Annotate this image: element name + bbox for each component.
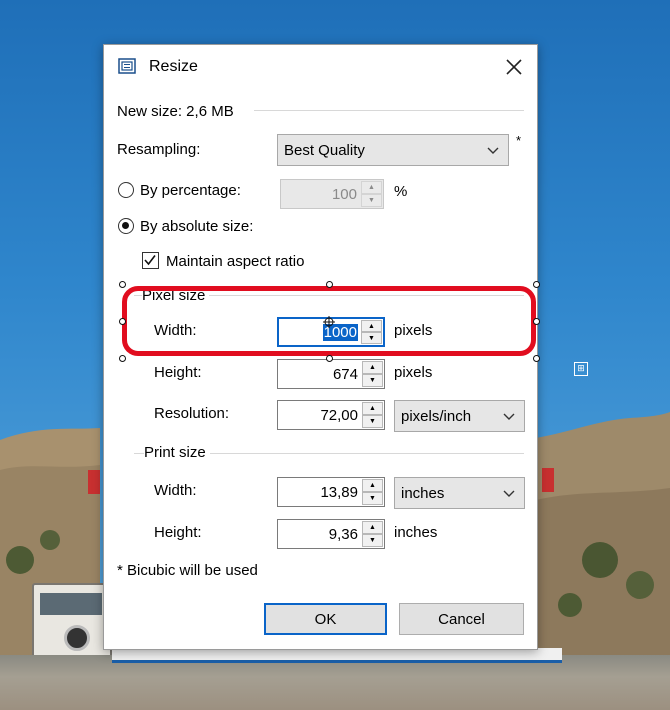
print-height-down-button[interactable]: ▼: [362, 534, 383, 547]
pixel-height-label: Height:: [154, 364, 202, 381]
print-width-input[interactable]: 13,89 ▲ ▼: [277, 477, 385, 507]
by-absolute-size-label: By absolute size:: [140, 218, 254, 235]
pixel-height-up-button[interactable]: ▲: [362, 361, 383, 374]
spin-down-icon: ▼: [369, 377, 376, 384]
resolution-value: 72,00: [320, 406, 358, 424]
cancel-button[interactable]: Cancel: [399, 603, 524, 635]
dialog-titlebar[interactable]: Resize: [104, 45, 537, 89]
resolution-input[interactable]: 72,00 ▲ ▼: [277, 400, 385, 430]
maintain-aspect-checkbox[interactable]: [142, 252, 159, 269]
percentage-value: 100: [331, 185, 357, 203]
resolution-unit-value: pixels/inch: [401, 407, 472, 425]
dialog-title: Resize: [149, 58, 198, 75]
resampling-dropdown[interactable]: Best Quality: [277, 134, 509, 166]
close-icon: [506, 59, 522, 75]
spin-down-icon: ▼: [369, 495, 376, 502]
chevron-down-icon: [487, 147, 499, 154]
percentage-unit: %: [394, 183, 408, 200]
pixel-height-input[interactable]: 674 ▲ ▼: [277, 359, 385, 389]
separator: [254, 110, 524, 111]
selection-handle[interactable]: [326, 355, 333, 362]
selection-handle[interactable]: [533, 355, 540, 362]
by-percentage-radio[interactable]: [118, 182, 134, 198]
selection-handle[interactable]: [326, 281, 333, 288]
print-height-label: Height:: [154, 524, 202, 541]
print-height-value: 9,36: [328, 525, 358, 543]
selection-handle[interactable]: [533, 281, 540, 288]
print-height-input[interactable]: 9,36 ▲ ▼: [277, 519, 385, 549]
print-width-unit: inches: [401, 484, 445, 502]
selection-handle[interactable]: [119, 355, 126, 362]
bicubic-footnote: * Bicubic will be used: [117, 562, 258, 579]
selection-handle[interactable]: [119, 281, 126, 288]
crosshair-cursor-icon: [323, 316, 335, 328]
flag-left: [88, 470, 100, 494]
spin-up-icon: ▲: [369, 405, 376, 412]
pixel-height-unit: pixels: [394, 364, 433, 381]
gas-station-roof: [112, 648, 562, 663]
spin-up-icon: ▲: [369, 524, 376, 531]
chevron-down-icon: [503, 490, 515, 497]
checkmark-icon: [144, 255, 156, 266]
resolution-unit-dropdown[interactable]: pixels/inch: [394, 400, 525, 432]
close-button[interactable]: [497, 51, 531, 83]
print-width-down-button[interactable]: ▼: [362, 492, 383, 505]
move-handle-icon[interactable]: ⊞: [574, 362, 588, 376]
print-height-unit: inches: [394, 524, 438, 541]
spin-down-icon: ▼: [368, 197, 375, 204]
print-size-heading: Print size: [144, 444, 210, 461]
selection-handle[interactable]: [533, 318, 540, 325]
percentage-down-button[interactable]: ▼: [361, 194, 382, 207]
new-size-label: New size: 2,6 MB: [117, 103, 234, 120]
spin-up-icon: ▲: [369, 364, 376, 371]
resize-icon: [118, 58, 136, 74]
pixel-height-value: 674: [332, 365, 358, 383]
print-width-label: Width:: [154, 482, 197, 499]
ok-button-label: OK: [314, 610, 337, 628]
ground: [0, 655, 670, 710]
resampling-label: Resampling:: [117, 141, 201, 158]
resolution-up-button[interactable]: ▲: [362, 402, 383, 415]
resolution-down-button[interactable]: ▼: [362, 415, 383, 428]
spin-down-icon: ▼: [369, 537, 376, 544]
spin-up-icon: ▲: [368, 184, 375, 191]
by-percentage-label: By percentage:: [140, 182, 241, 199]
print-unit-dropdown[interactable]: inches: [394, 477, 525, 509]
by-absolute-size-radio[interactable]: [118, 218, 134, 234]
spin-down-icon: ▼: [369, 418, 376, 425]
print-width-value: 13,89: [320, 483, 358, 501]
chevron-down-icon: [503, 413, 515, 420]
resolution-label: Resolution:: [154, 405, 230, 422]
maintain-aspect-label: Maintain aspect ratio: [166, 253, 305, 270]
pixel-height-down-button[interactable]: ▼: [362, 374, 383, 387]
ok-button[interactable]: OK: [264, 603, 387, 635]
selection-handle[interactable]: [119, 318, 126, 325]
resampling-value: Best Quality: [284, 141, 365, 159]
resampling-asterisk: *: [516, 133, 522, 148]
percentage-input[interactable]: 100 ▲ ▼: [280, 179, 384, 209]
print-height-up-button[interactable]: ▲: [362, 521, 383, 534]
percentage-up-button[interactable]: ▲: [361, 181, 382, 194]
print-width-up-button[interactable]: ▲: [362, 479, 383, 492]
spin-up-icon: ▲: [369, 482, 376, 489]
cancel-button-label: Cancel: [438, 610, 485, 628]
flag-right: [542, 468, 554, 492]
